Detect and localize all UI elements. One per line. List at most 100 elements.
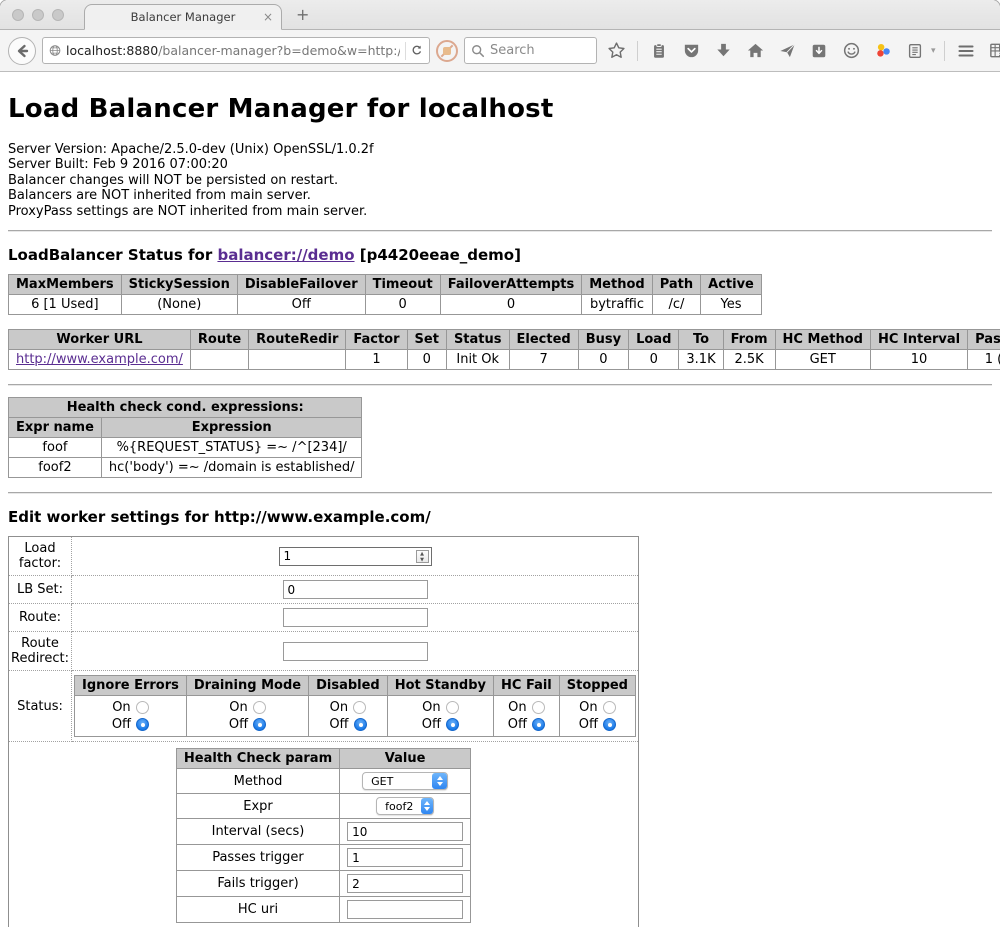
col-busy: Busy xyxy=(578,330,628,350)
col-path: Path xyxy=(652,275,700,295)
stopped-on-radio[interactable] xyxy=(603,701,616,714)
on-label: On xyxy=(422,699,440,716)
form-row-route: Route: xyxy=(9,604,639,632)
status-heading-prefix: LoadBalancer Status for xyxy=(8,246,217,264)
journal-icon[interactable] xyxy=(902,38,928,64)
url-path: /balancer-manager?b=demo&w=http://www.ex… xyxy=(158,43,400,58)
disabled-on-radio[interactable] xyxy=(353,701,366,714)
lb-set-input[interactable] xyxy=(283,580,428,599)
col-ignore-errors: Ignore Errors xyxy=(75,676,187,696)
back-button[interactable] xyxy=(8,37,36,65)
form-row-status: Status: Ignore Errors Draining Mode Disa… xyxy=(9,671,639,742)
image-block-icon[interactable] xyxy=(436,40,458,62)
form-row-health-check: Health Check param Value Method GET Expr… xyxy=(9,742,639,927)
number-spinner-icon[interactable]: ▲▼ xyxy=(416,550,429,563)
disabled-off-radio[interactable] xyxy=(354,718,367,731)
off-label: Off xyxy=(112,716,131,733)
edit-worker-heading: Edit worker settings for http://www.exam… xyxy=(8,508,992,526)
hc-fail-off-radio[interactable] xyxy=(532,718,545,731)
ignore-errors-off-radio[interactable] xyxy=(136,718,149,731)
stopped-off-radio[interactable] xyxy=(603,718,616,731)
titlebar: Balancer Manager × + xyxy=(0,0,1000,30)
server-built-line: Server Built: Feb 9 2016 07:00:20 xyxy=(8,157,992,172)
draining-mode-radios: On Off xyxy=(186,696,308,737)
hc-interval-input[interactable] xyxy=(347,822,463,841)
hc-passes-row: Passes trigger xyxy=(176,845,470,871)
pocket-icon[interactable] xyxy=(678,38,704,64)
draining-mode-off-radio[interactable] xyxy=(253,718,266,731)
form-row-route-redirect: Route Redirect: xyxy=(9,632,639,671)
table-tools-icon[interactable] xyxy=(985,38,1000,64)
clipboard-icon[interactable] xyxy=(646,38,672,64)
col-maxmembers: MaxMembers xyxy=(9,275,122,295)
zoom-window-button[interactable] xyxy=(52,9,64,21)
hc-uri-input[interactable] xyxy=(347,900,463,919)
worker-url-link[interactable]: http://www.example.com/ xyxy=(16,352,183,367)
load-factor-label: Load factor: xyxy=(9,537,72,576)
hc-expressions-title: Health check cond. expressions: xyxy=(9,398,362,418)
ignore-errors-on-radio[interactable] xyxy=(136,701,149,714)
dropdown-caret-icon[interactable]: ▾ xyxy=(931,46,936,56)
hc-fails-input[interactable] xyxy=(347,874,463,893)
inherit-note-line: Balancers are NOT inherited from main se… xyxy=(8,188,992,203)
close-window-button[interactable] xyxy=(12,9,24,21)
status-radio-table: Ignore Errors Draining Mode Disabled Hot… xyxy=(74,675,636,737)
feedback-smiley-icon[interactable] xyxy=(838,38,864,64)
hc-interval-label: Interval (secs) xyxy=(176,819,339,845)
hc-method-select[interactable]: GET xyxy=(362,772,448,790)
cell-expr-name: foof2 xyxy=(9,458,102,478)
download-icon[interactable] xyxy=(710,38,736,64)
hot-standby-on-radio[interactable] xyxy=(446,701,459,714)
col-factor: Factor xyxy=(346,330,407,350)
tab-close-icon[interactable]: × xyxy=(263,10,273,24)
table-header-row: MaxMembers StickySession DisableFailover… xyxy=(9,275,762,295)
home-icon[interactable] xyxy=(742,38,768,64)
reload-icon[interactable] xyxy=(411,43,423,58)
hc-fail-on-radio[interactable] xyxy=(532,701,545,714)
col-set: Set xyxy=(407,330,446,350)
menu-icon[interactable] xyxy=(953,38,979,64)
back-arrow-icon xyxy=(14,43,30,59)
cell-expr-name: foof xyxy=(9,438,102,458)
status-heading-suffix: [p4420eeae_demo] xyxy=(355,246,521,264)
select-arrows-icon xyxy=(421,798,433,814)
hot-standby-radios: On Off xyxy=(387,696,493,737)
hc-passes-label: Passes trigger xyxy=(176,845,339,871)
cell-stickysession: (None) xyxy=(121,295,237,315)
search-bar[interactable]: Search xyxy=(464,37,597,64)
url-bar[interactable]: localhost:8880/balancer-manager?b=demo&w… xyxy=(42,37,430,64)
balancer-demo-link[interactable]: balancer://demo xyxy=(217,246,354,264)
col-draining-mode: Draining Mode xyxy=(186,676,308,696)
bookmark-star-icon[interactable] xyxy=(603,38,629,64)
search-placeholder: Search xyxy=(490,43,535,58)
col-from: From xyxy=(723,330,775,350)
cell-to: 3.1K xyxy=(679,350,723,370)
col-expression: Expression xyxy=(101,418,362,438)
tab-balancer-manager[interactable]: Balancer Manager × xyxy=(84,4,282,30)
col-timeout: Timeout xyxy=(365,275,440,295)
navigation-toolbar: localhost:8880/balancer-manager?b=demo&w… xyxy=(0,30,1000,72)
server-version-line: Server Version: Apache/2.5.0-dev (Unix) … xyxy=(8,142,992,157)
col-expr-name: Expr name xyxy=(9,418,102,438)
col-elected: Elected xyxy=(509,330,578,350)
url-text[interactable]: localhost:8880/balancer-manager?b=demo&w… xyxy=(66,43,400,58)
hc-expr-select[interactable]: foof2 xyxy=(376,797,434,815)
browser-window: Balancer Manager × + localhost:8880/bala… xyxy=(0,0,1000,927)
load-factor-input[interactable] xyxy=(279,547,432,566)
color-palette-icon[interactable] xyxy=(870,38,896,64)
route-input[interactable] xyxy=(283,608,428,627)
hc-passes-input[interactable] xyxy=(347,848,463,867)
save-panel-icon[interactable] xyxy=(806,38,832,64)
hc-uri-label: HC uri xyxy=(176,897,339,923)
route-label: Route: xyxy=(9,604,72,632)
cell-active: Yes xyxy=(701,295,762,315)
new-tab-button[interactable]: + xyxy=(296,5,309,24)
hot-standby-off-radio[interactable] xyxy=(446,718,459,731)
cell-expression: hc('body') =~ /domain is established/ xyxy=(101,458,362,478)
send-icon[interactable] xyxy=(774,38,800,64)
hc-method-value: GET xyxy=(371,775,424,788)
draining-mode-on-radio[interactable] xyxy=(253,701,266,714)
route-redirect-input[interactable] xyxy=(283,642,428,661)
minimize-window-button[interactable] xyxy=(32,9,44,21)
tab-title: Balancer Manager xyxy=(131,10,236,24)
